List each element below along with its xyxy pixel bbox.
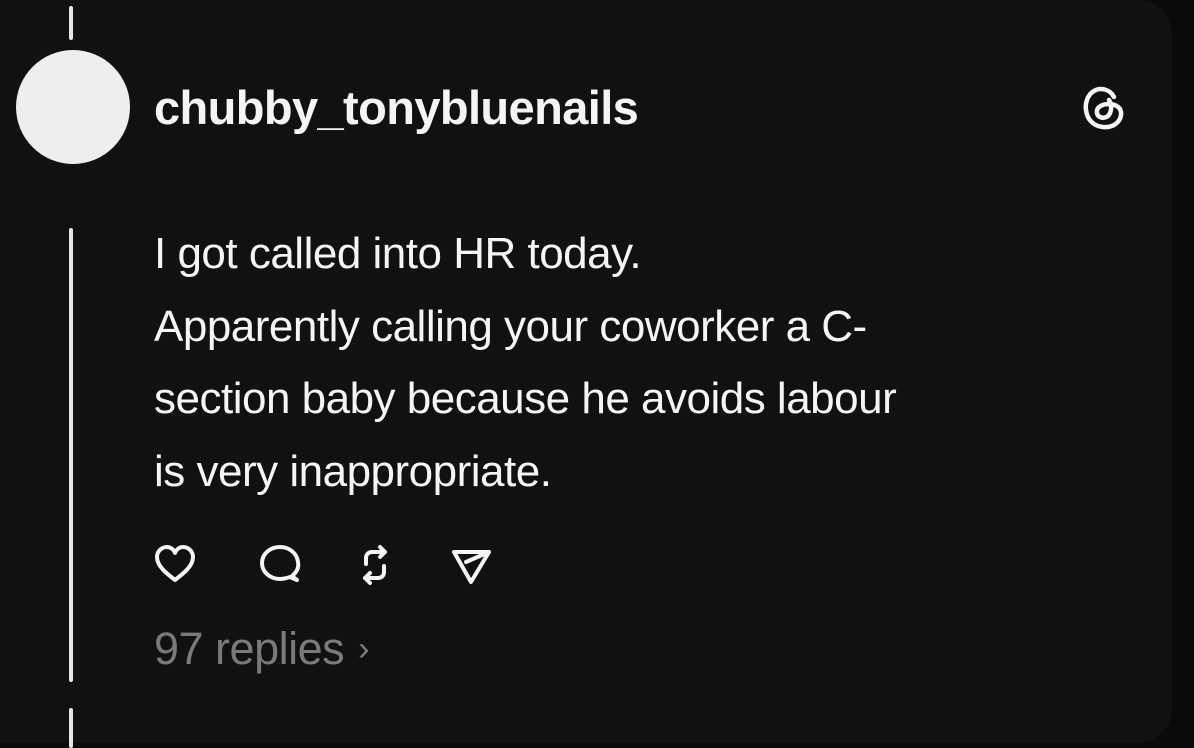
thread-connector-top: [69, 6, 73, 40]
thread-connector-bottom: [69, 708, 73, 748]
send-icon[interactable]: [446, 540, 496, 590]
post-text-line: section baby because he avoids labour: [154, 374, 897, 423]
repost-icon[interactable]: [350, 540, 400, 590]
post-text-line: Apparently calling your coworker a C-: [154, 301, 867, 351]
post-text-line: I got called into HR today.: [154, 229, 642, 278]
chevron-right-icon: ›: [358, 630, 369, 668]
thread-post-card: chubby_tonybluenails I got called into H…: [0, 0, 1172, 748]
comment-bubble-icon[interactable]: [254, 540, 304, 590]
threads-logo-icon: [1076, 80, 1132, 136]
thread-connector-line: [69, 228, 73, 682]
avatar[interactable]: [16, 50, 130, 164]
post-body: I got called into HR today. Apparently c…: [154, 218, 1144, 508]
post-text-line: is very inappropriate.: [154, 446, 552, 496]
username[interactable]: chubby_tonybluenails: [154, 80, 639, 136]
replies-count: 97 replies: [154, 623, 345, 674]
replies-link[interactable]: 97 replies ›: [154, 622, 369, 676]
heart-icon[interactable]: [150, 540, 200, 590]
